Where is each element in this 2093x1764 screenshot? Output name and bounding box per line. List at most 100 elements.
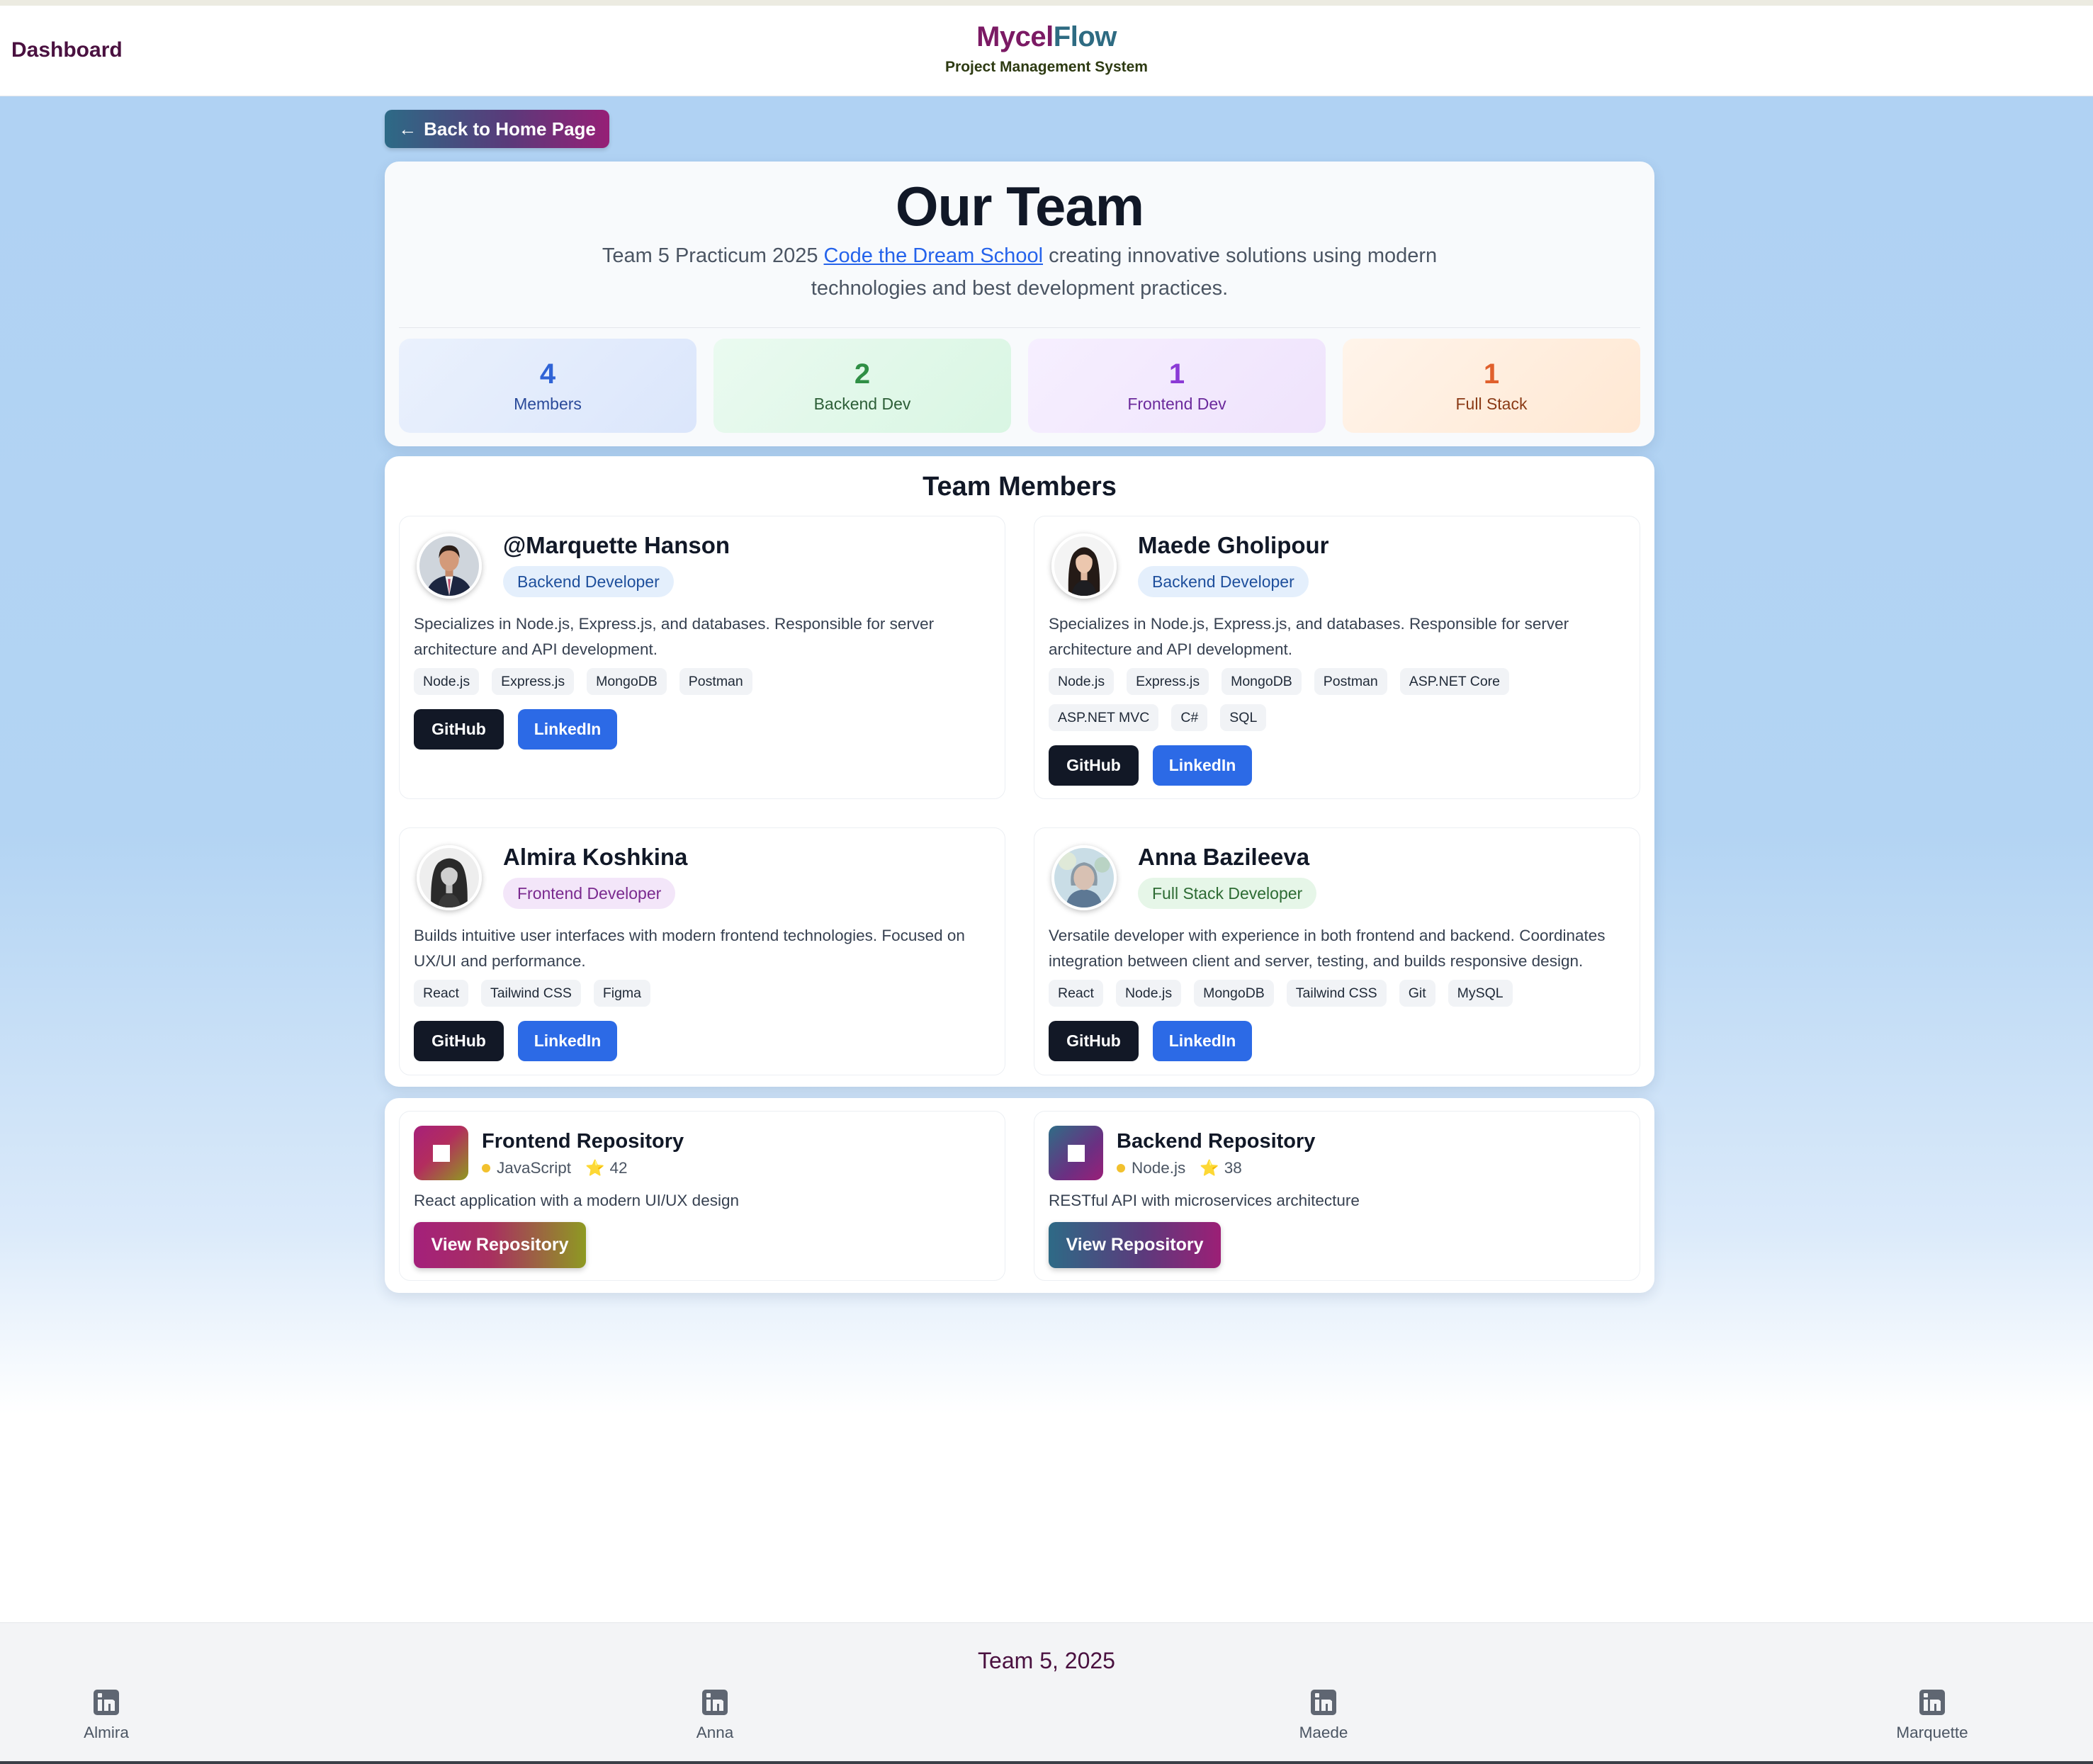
brand-part2: Flow: [1053, 21, 1117, 52]
divider: [399, 327, 1640, 328]
member-card-anna: Anna Bazileeva Full Stack Developer Vers…: [1034, 827, 1640, 1075]
frontend-repo-card: Frontend Repository JavaScript ⭐ 42 Reac…: [399, 1111, 1005, 1281]
role-badge: Frontend Developer: [503, 878, 676, 909]
stat-value: 1: [1483, 358, 1500, 390]
role-badge: Backend Developer: [1138, 566, 1309, 597]
skill-tag: React: [414, 980, 468, 1007]
linkedin-button[interactable]: LinkedIn: [1153, 745, 1252, 786]
linkedin-icon: [94, 1690, 119, 1715]
footer-link-marquette[interactable]: Marquette: [1861, 1690, 2003, 1742]
role-badge: Full Stack Developer: [1138, 878, 1317, 909]
backend-repo-card: Backend Repository Node.js ⭐ 38 RESTful …: [1034, 1111, 1640, 1281]
repo-title: Frontend Repository: [482, 1130, 684, 1153]
footer-link-anna[interactable]: Anna: [644, 1690, 786, 1742]
role-badge: Backend Developer: [503, 566, 674, 597]
repo-meta: JavaScript ⭐ 42: [482, 1159, 627, 1177]
repo-description: React application with a modern UI/UX de…: [414, 1192, 739, 1209]
stat-label: Backend Dev: [813, 395, 911, 413]
repo-icon: [414, 1126, 468, 1180]
skill-tag: SQL: [1220, 704, 1267, 731]
github-button[interactable]: GitHub: [1049, 1021, 1139, 1061]
linkedin-icon: [1311, 1690, 1336, 1715]
brand-logo: MycelFlow: [0, 21, 2093, 53]
skill-tag: Postman: [1314, 668, 1387, 695]
footer-link-label: Maede: [1299, 1724, 1348, 1741]
language-dot-icon: [1117, 1164, 1125, 1172]
footer-link-almira[interactable]: Almira: [35, 1690, 177, 1742]
stat-value: 2: [854, 358, 871, 390]
github-button[interactable]: GitHub: [414, 1021, 504, 1061]
linkedin-icon: [1919, 1690, 1945, 1715]
footer-link-maede[interactable]: Maede: [1253, 1690, 1394, 1742]
avatar: [417, 845, 482, 910]
linkedin-button[interactable]: LinkedIn: [1153, 1021, 1252, 1061]
member-name: @Marquette Hanson: [503, 532, 730, 558]
team-members-card: Team Members @Marquette Hanson Backend D…: [385, 456, 1654, 1087]
footer-title: Team 5, 2025: [978, 1648, 1115, 1673]
stat-frontend: 1 Frontend Dev: [1028, 339, 1326, 433]
member-name: Maede Gholipour: [1138, 532, 1329, 558]
view-repository-button[interactable]: View Repository: [414, 1222, 586, 1268]
bottom-border: [0, 1761, 2093, 1764]
hero-card: Our Team Team 5 Practicum 2025 Code the …: [385, 162, 1654, 446]
skill-tag: Express.js: [492, 668, 575, 695]
member-description: Specializes in Node.js, Express.js, and …: [414, 615, 935, 658]
member-description: Specializes in Node.js, Express.js, and …: [1049, 615, 1569, 658]
skill-tag: Postman: [679, 668, 752, 695]
member-description: Versatile developer with experience in b…: [1049, 927, 1606, 970]
section-title: Team Members: [923, 472, 1117, 502]
view-repository-button[interactable]: View Repository: [1049, 1222, 1221, 1268]
skill-tag: Node.js: [1049, 668, 1115, 695]
skill-tags: Node.js Express.js MongoDB Postman ASP.N…: [1049, 668, 1625, 731]
linkedin-icon: [702, 1690, 728, 1715]
skill-tag: MongoDB: [1222, 668, 1302, 695]
page-title: Our Team: [895, 175, 1144, 237]
skill-tags: Node.js Express.js MongoDB Postman: [414, 668, 991, 695]
back-button-label: Back to Home Page: [424, 118, 596, 140]
star-icon: ⭐: [1200, 1159, 1219, 1177]
github-button[interactable]: GitHub: [1049, 745, 1139, 786]
repo-stars: 38: [1224, 1159, 1242, 1177]
footer-link-label: Anna: [696, 1724, 734, 1741]
skill-tag: Figma: [593, 980, 651, 1007]
member-card-maede: Maede Gholipour Backend Developer Specia…: [1034, 516, 1640, 799]
repo-meta: Node.js ⭐ 38: [1117, 1159, 1242, 1177]
member-card-almira: Almira Koshkina Frontend Developer Build…: [399, 827, 1005, 1075]
avatar: [1051, 533, 1117, 599]
brand-subtitle: Project Management System: [945, 59, 1148, 75]
code-the-dream-link[interactable]: Code the Dream School: [824, 244, 1044, 267]
stat-members: 4 Members: [399, 339, 696, 433]
arrow-left-icon: ←: [398, 118, 417, 140]
member-links: GitHub LinkedIn: [1049, 1021, 1252, 1061]
skill-tag: C#: [1171, 704, 1208, 731]
star-icon: ⭐: [585, 1159, 605, 1177]
repo-language: JavaScript: [497, 1159, 572, 1177]
skill-tag: Tailwind CSS: [1286, 980, 1387, 1007]
member-links: GitHub LinkedIn: [414, 709, 617, 750]
skill-tag: Node.js: [1115, 980, 1182, 1007]
github-button[interactable]: GitHub: [414, 709, 504, 750]
avatar: [1051, 845, 1117, 910]
skill-tag: Tailwind CSS: [480, 980, 581, 1007]
skill-tags: React Tailwind CSS Figma: [414, 980, 991, 1007]
hero-desc-before: Team 5 Practicum 2025: [602, 244, 824, 267]
skill-tag: MySQL: [1448, 980, 1513, 1007]
brand: MycelFlow Project Management System: [0, 21, 2093, 76]
repo-icon: [1049, 1126, 1103, 1180]
repo-stars: 42: [609, 1159, 628, 1177]
member-name: Almira Koshkina: [503, 844, 688, 870]
stat-fullstack: 1 Full Stack: [1343, 339, 1640, 433]
back-to-home-button[interactable]: ← Back to Home Page: [385, 110, 609, 148]
linkedin-button[interactable]: LinkedIn: [518, 709, 617, 750]
skill-tag: MongoDB: [587, 668, 667, 695]
language-dot-icon: [482, 1164, 490, 1172]
skill-tag: React: [1049, 980, 1103, 1007]
linkedin-button[interactable]: LinkedIn: [518, 1021, 617, 1061]
brand-part1: Mycel: [976, 21, 1054, 52]
skill-tag: ASP.NET MVC: [1049, 704, 1159, 731]
repo-description: RESTful API with microservices architect…: [1049, 1192, 1360, 1209]
navbar: Dashboard MycelFlow Project Management S…: [0, 6, 2093, 96]
stat-value: 1: [1168, 358, 1185, 390]
skill-tag: MongoDB: [1194, 980, 1274, 1007]
skill-tag: Node.js: [414, 668, 480, 695]
